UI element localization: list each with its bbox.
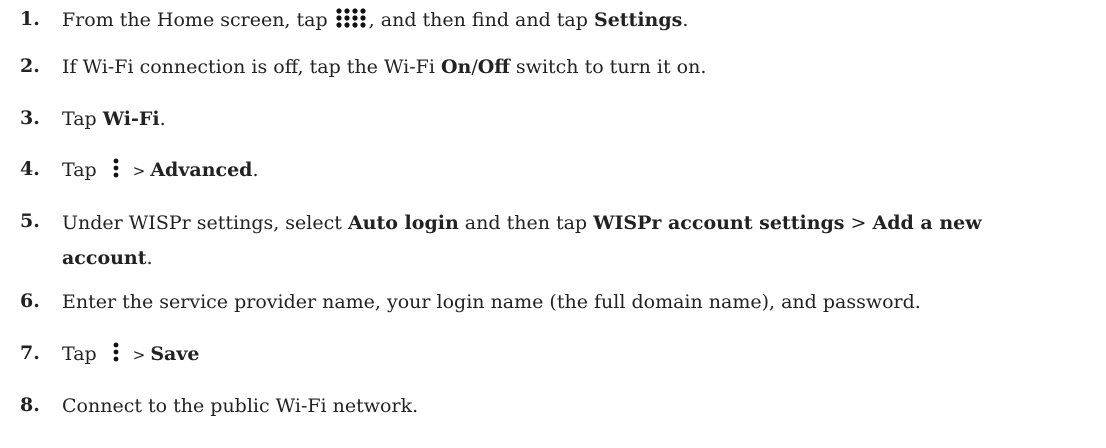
step-number: 3. xyxy=(20,107,40,129)
step-text-segment: Enter the service provider name, your lo… xyxy=(62,291,921,313)
step-text: Enter the service provider name, your lo… xyxy=(62,286,1102,318)
step-text-segment: , and then find and tap xyxy=(368,9,594,31)
step-number: 6. xyxy=(20,290,40,312)
ui-term: Add a new xyxy=(872,212,982,234)
step-text-segment: . xyxy=(682,9,689,31)
step-text-segment: > xyxy=(844,212,873,234)
step-text-segment: switch to turn it on. xyxy=(509,56,707,78)
ui-term: On xyxy=(440,56,472,78)
more-vertical-icon xyxy=(105,340,127,364)
step-text: From the Home screen, tap , and then fin… xyxy=(62,4,1102,36)
ui-term: Settings xyxy=(593,9,683,31)
app-grid-icon xyxy=(334,7,368,29)
menu-separator: > xyxy=(132,162,146,180)
ui-term: Advanced xyxy=(150,159,253,181)
step-text-segment: and then tap xyxy=(458,212,594,234)
step-text-segment: Tap xyxy=(62,159,103,181)
ui-term: Off xyxy=(477,56,510,78)
step-text-segment: Connect to the public Wi-Fi network. xyxy=(62,395,419,417)
ui-term: Save xyxy=(150,343,200,365)
step-text: If Wi-Fi connection is off, tap the Wi-F… xyxy=(62,51,1102,83)
step-text: Tap Wi-Fi. xyxy=(62,103,1102,135)
step-text-segment: . xyxy=(146,247,153,269)
step-text: Connect to the public Wi-Fi network. xyxy=(62,390,1102,422)
step-number: 7. xyxy=(20,342,40,364)
step-number: 1. xyxy=(20,8,40,30)
menu-separator: > xyxy=(132,346,146,364)
step-number: 2. xyxy=(20,55,40,77)
more-vertical-icon xyxy=(105,156,127,180)
step-text-segment: Tap xyxy=(62,343,103,365)
step-text-segment: . xyxy=(159,108,166,130)
ui-term: WISPr account settings xyxy=(593,212,845,234)
step-text-segment: From the Home screen, tap xyxy=(62,9,334,31)
step-text-segment: . xyxy=(252,159,259,181)
step-text-segment: Under WISPr settings, select xyxy=(62,212,348,234)
step-text: Tap > Advanced. xyxy=(62,154,1102,187)
ui-term: Wi-Fi xyxy=(102,108,160,130)
step-text: Tap > Save xyxy=(62,338,1102,371)
step-number: 8. xyxy=(20,394,40,416)
step-text-segment: Tap xyxy=(62,108,103,130)
step-text-segment: If Wi-Fi connection is off, tap the Wi-F… xyxy=(62,56,441,78)
step-text: Under WISPr settings, select Auto login … xyxy=(62,206,1102,276)
ui-term: account xyxy=(62,247,147,269)
ui-term: Auto login xyxy=(347,212,459,234)
step-number: 4. xyxy=(20,158,40,180)
step-number: 5. xyxy=(20,210,40,232)
